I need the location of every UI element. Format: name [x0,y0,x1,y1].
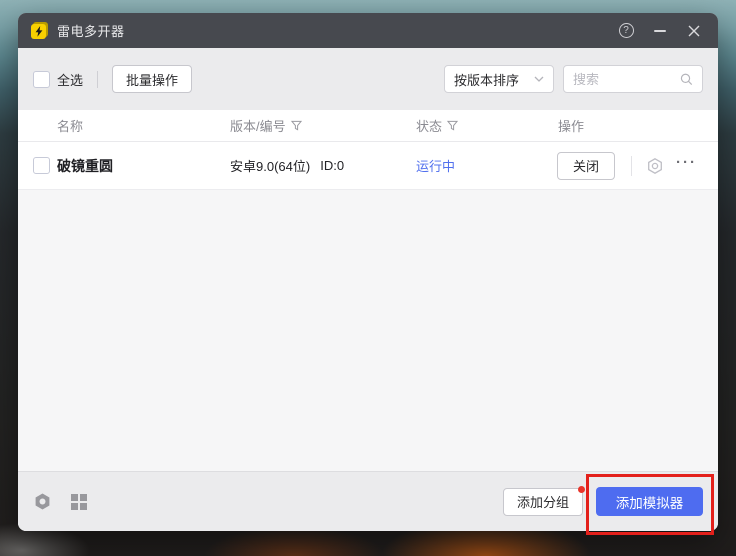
table-row: 破镜重圆 安卓9.0(64位) ID:0 运行中 关闭 ··· [18,142,718,190]
emulator-version: 安卓9.0(64位) ID:0 [230,142,344,189]
column-name: 名称 [57,110,83,141]
actions-divider [631,156,632,176]
settings-icon[interactable] [644,157,666,175]
column-action: 操作 [558,110,584,141]
more-options-icon[interactable]: ··· [676,155,697,176]
filter-icon[interactable] [291,120,302,131]
notification-badge [578,486,585,493]
window-controls: ? [614,19,706,43]
footer-bar: 添加分组 添加模拟器 [18,471,718,531]
close-button[interactable] [682,19,706,43]
close-icon [688,25,700,37]
column-status: 状态 [416,110,458,141]
sort-dropdown[interactable]: 按版本排序 [444,65,554,93]
app-logo-icon [31,22,48,39]
window-title: 雷电多开器 [57,21,125,40]
footer-icons [33,492,87,511]
global-settings-icon[interactable] [33,492,52,511]
toolbar: 全选 批量操作 按版本排序 [18,48,718,110]
nut-icon [646,157,664,175]
row-actions: 关闭 ··· [557,142,697,189]
minimize-button[interactable] [648,19,672,43]
batch-operation-button[interactable]: 批量操作 [112,65,192,93]
chevron-down-icon [534,76,544,82]
sort-dropdown-value: 按版本排序 [454,70,519,89]
status-badge: 运行中 [416,142,455,189]
select-all-label: 全选 [57,70,83,89]
search-icon [680,72,693,87]
table-header: 名称 版本/编号 状态 操作 [18,110,718,142]
android-version: 安卓9.0(64位) [230,156,310,175]
stop-emulator-button[interactable]: 关闭 [557,152,615,180]
minimize-icon [654,30,666,32]
list-empty-area [18,190,718,471]
grid-view-icon[interactable] [71,494,87,510]
app-window: 雷电多开器 ? 全选 批量操作 [18,13,718,531]
search-input[interactable] [573,72,680,87]
desktop-wallpaper: 雷电多开器 ? 全选 批量操作 [0,0,736,556]
help-button[interactable]: ? [614,19,638,43]
column-version: 版本/编号 [230,110,302,141]
emulator-id: ID:0 [320,158,344,173]
search-box [563,65,703,93]
lightning-icon [35,26,43,37]
footer-buttons: 添加分组 添加模拟器 [503,487,703,516]
titlebar: 雷电多开器 ? [18,13,718,48]
row-checkbox-cell [33,142,50,189]
emulator-name: 破镜重圆 [57,142,113,189]
select-all-checkbox[interactable] [33,71,50,88]
toolbar-divider [97,71,98,88]
add-emulator-button[interactable]: 添加模拟器 [596,487,703,516]
add-group-button[interactable]: 添加分组 [503,488,583,516]
toolbar-right: 按版本排序 [444,65,703,93]
row-checkbox[interactable] [33,157,50,174]
help-icon: ? [619,23,634,38]
filter-icon[interactable] [447,120,458,131]
